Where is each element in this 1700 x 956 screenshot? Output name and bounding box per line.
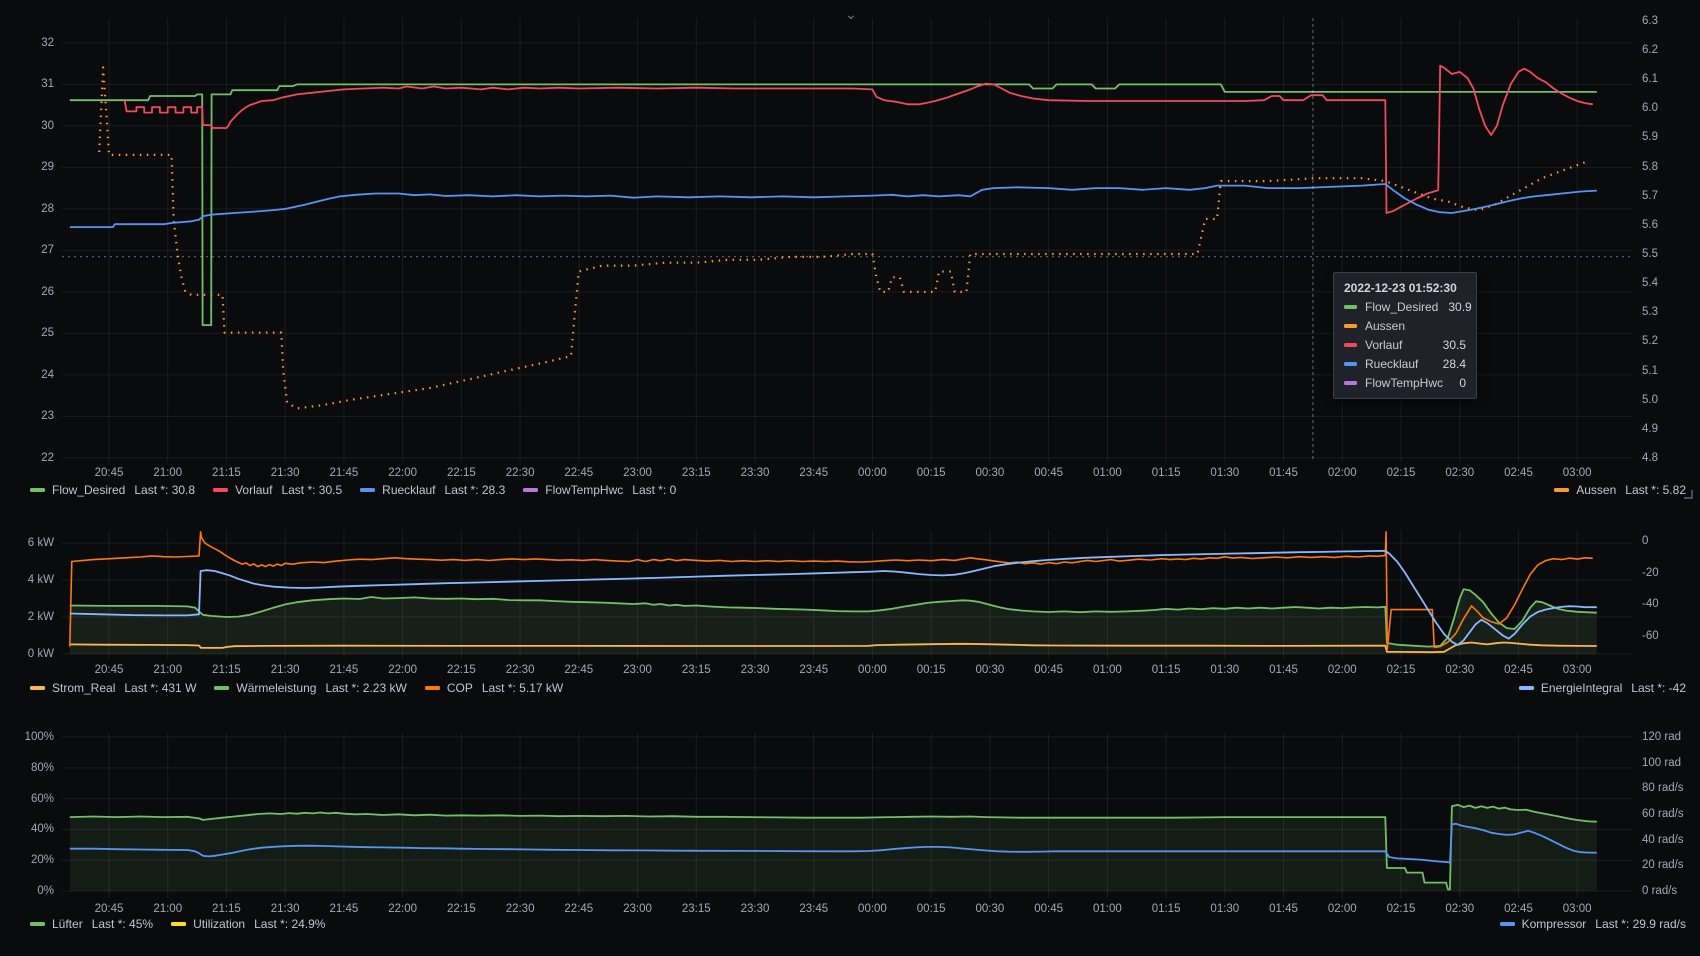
tooltip-series-label: Vorlauf: [1365, 338, 1402, 352]
tooltip-series-value: 28.4: [1433, 357, 1466, 371]
time-axis-label: 23:00: [613, 902, 663, 916]
time-axis-label: 21:15: [201, 902, 251, 916]
time-axis-label: 02:45: [1493, 902, 1543, 916]
legend-right-group: Kompressor Last *: 29.9 rad/s: [1500, 917, 1686, 931]
tooltip-row: Aussen: [1344, 319, 1466, 333]
time-axis-label: 21:30: [260, 902, 310, 916]
tooltip-series-swatch: [1344, 343, 1357, 347]
y-axis-label-right: 100 rad: [1642, 756, 1681, 770]
tooltip-series-swatch: [1344, 324, 1357, 328]
time-axis-label: 02:15: [1376, 902, 1426, 916]
tooltip-series-label: Ruecklauf: [1365, 357, 1418, 371]
legend-swatch: [171, 922, 186, 926]
y-axis-label-left: 40%: [0, 822, 54, 836]
time-axis-label: 02:00: [1317, 902, 1367, 916]
time-axis-label: 00:00: [847, 902, 897, 916]
tooltip-row: FlowTempHwc 0: [1344, 376, 1466, 390]
tooltip-series-swatch: [1344, 381, 1357, 385]
time-axis-label: 02:30: [1435, 902, 1485, 916]
legend-item-Lüfter[interactable]: Lüfter Last *: 45%: [30, 917, 153, 931]
time-axis-label: 22:00: [378, 902, 428, 916]
legend-item-Utilization[interactable]: Utilization Last *: 24.9%: [171, 917, 325, 931]
y-axis-label-right: 60 rad/s: [1642, 807, 1684, 821]
y-axis-label-left: 20%: [0, 853, 54, 867]
time-axis-label: 22:45: [554, 902, 604, 916]
y-axis-label-right: 80 rad/s: [1642, 781, 1684, 795]
tooltip-series-swatch: [1344, 305, 1357, 309]
tooltip-series-value: 30.5: [1433, 338, 1466, 352]
legend-fan-compressor: Lüfter Last *: 45% Utilization Last *: 24.9…: [30, 916, 1686, 932]
legend-swatch: [1500, 922, 1515, 926]
time-axis-label: 22:15: [436, 902, 486, 916]
y-axis-label-right: 0 rad/s: [1642, 884, 1677, 898]
y-axis-label-left: 0%: [0, 884, 54, 898]
tooltip-series-value: 30.9: [1438, 300, 1471, 314]
time-axis-label: 21:00: [143, 902, 193, 916]
tooltip-series-label: Aussen: [1365, 319, 1405, 333]
time-axis-label: 23:30: [730, 902, 780, 916]
time-axis-label: 00:30: [965, 902, 1015, 916]
grafana-dashboard: ⌄ 22232425262728293031324.84.95.05.15.25…: [0, 0, 1700, 956]
y-axis-label-right: 40 rad/s: [1642, 833, 1684, 847]
tooltip-row: Flow_Desired30.9: [1344, 300, 1466, 314]
plot-area-fan-compressor[interactable]: [62, 733, 1632, 898]
y-axis-label-left: 60%: [0, 792, 54, 806]
time-axis-label: 03:00: [1552, 902, 1602, 916]
tooltip-series-swatch: [1344, 362, 1357, 366]
y-axis-label-right: 120 rad: [1642, 730, 1681, 744]
time-axis-label: 23:45: [789, 902, 839, 916]
panel-resize-handle[interactable]: [1684, 490, 1693, 499]
legend-stat: Last *: 29.9 rad/s: [1595, 917, 1686, 931]
time-axis-label: 01:45: [1259, 902, 1309, 916]
chart-tooltip: 2022-12-23 01:52:30 Flow_Desired30.9 Auss…: [1333, 272, 1477, 399]
legend-label: Utilization: [193, 917, 245, 931]
tooltip-row: Vorlauf 30.5: [1344, 338, 1466, 352]
y-axis-label-right: 20 rad/s: [1642, 858, 1684, 872]
y-axis-label-left: 80%: [0, 761, 54, 775]
tooltip-timestamp: 2022-12-23 01:52:30: [1344, 281, 1466, 295]
tooltip-series-label: FlowTempHwc: [1365, 376, 1443, 390]
legend-label: Kompressor: [1522, 917, 1587, 931]
tooltip-series-label: Flow_Desired: [1365, 300, 1438, 314]
time-axis-label: 01:15: [1141, 902, 1191, 916]
legend-item-Kompressor[interactable]: Kompressor Last *: 29.9 rad/s: [1500, 917, 1686, 931]
time-axis-label: 20:45: [84, 902, 134, 916]
panel-fan-compressor: 0% 20% 40% 60% 80% 100% 0 rad/s 20 rad/s 40 rad/…: [0, 0, 1700, 956]
legend-swatch: [30, 922, 45, 926]
time-axis-label: 22:30: [495, 902, 545, 916]
tooltip-rows: Flow_Desired30.9 Aussen Vorlauf 30.5 Rueckla…: [1344, 300, 1466, 390]
legend-stat: Last *: 45%: [92, 917, 153, 931]
time-axis-label: 01:30: [1200, 902, 1250, 916]
legend-label: Lüfter: [52, 917, 83, 931]
tooltip-row: Ruecklauf 28.4: [1344, 357, 1466, 371]
legend-stat: Last *: 24.9%: [254, 917, 325, 931]
time-axis-label: 00:45: [1024, 902, 1074, 916]
legend-left-group: Lüfter Last *: 45% Utilization Last *: 24.9…: [30, 917, 325, 931]
time-axis-label: 01:00: [1082, 902, 1132, 916]
time-axis-label: 23:15: [671, 902, 721, 916]
y-axis-label-left: 100%: [0, 730, 54, 744]
tooltip-series-value: 0: [1449, 376, 1466, 390]
time-axis-label: 21:45: [319, 902, 369, 916]
time-axis-label: 00:15: [906, 902, 956, 916]
